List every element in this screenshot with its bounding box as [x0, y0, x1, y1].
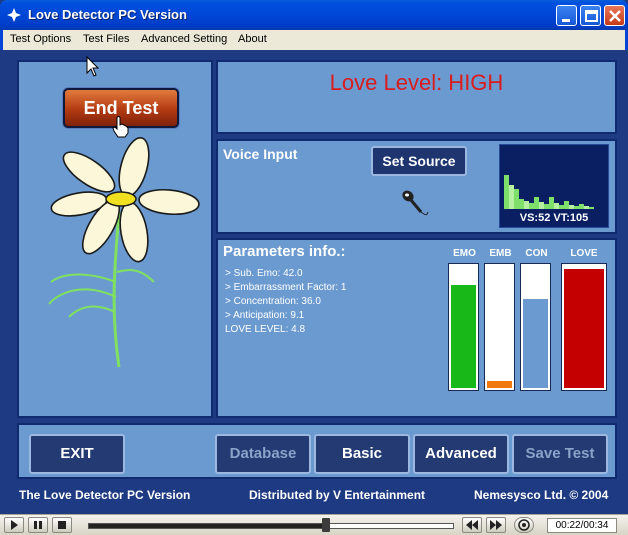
menu-bar: Test Options Test Files Advanced Setting…: [0, 30, 628, 50]
meter-label-emb: EMB: [489, 248, 512, 259]
fast-forward-button[interactable]: [486, 517, 506, 533]
volume-button[interactable]: [514, 517, 534, 533]
flower-panel: End Test: [17, 60, 213, 418]
timecode-display: 00:22/00:34: [547, 518, 617, 533]
meter-fill-love: [564, 268, 604, 388]
minimize-button[interactable]: [556, 5, 577, 26]
stop-button[interactable]: [52, 517, 72, 533]
param-embarrassment: > Embarrassment Factor: 1: [225, 282, 347, 293]
advanced-button[interactable]: Advanced: [413, 434, 509, 474]
love-level-panel: Love Level: HIGH: [216, 60, 617, 134]
rewind-icon: [466, 520, 478, 530]
meter-emb: [484, 263, 515, 391]
mouse-pointer-icon: [86, 56, 100, 77]
meter-label-love: LOVE: [570, 248, 598, 259]
meter-fill-emb: [487, 380, 512, 388]
database-button[interactable]: Database: [215, 434, 311, 474]
daisy-flower-icon: [48, 137, 200, 368]
stop-icon: [58, 521, 66, 529]
maximize-icon: [585, 10, 598, 22]
meter-emo: [448, 263, 479, 391]
close-button[interactable]: [604, 5, 625, 26]
param-sub-emo: > Sub. Emo: 42.0: [225, 268, 303, 279]
param-concentration: > Concentration: 36.0: [225, 296, 321, 307]
close-icon: [609, 10, 621, 22]
love-level-text: Love Level: HIGH: [329, 70, 504, 95]
meter-label-emo: EMO: [453, 248, 476, 259]
pause-icon: [34, 521, 42, 529]
param-love-level: LOVE LEVEL: 4.8: [225, 324, 306, 335]
seek-progress: [89, 524, 326, 528]
voice-readout: VS:52 VT:105: [519, 212, 589, 224]
volume-icon: [518, 519, 530, 531]
spectrum-graph: [504, 175, 594, 209]
voice-input-label: Voice Input: [223, 146, 298, 162]
meter-con: [520, 263, 551, 391]
app-logo-icon: [7, 8, 21, 22]
basic-button[interactable]: Basic: [314, 434, 410, 474]
parameters-panel: Parameters info.: > Sub. Emo: 42.0 > Emb…: [216, 238, 617, 418]
save-test-button[interactable]: Save Test: [512, 434, 608, 474]
hand-cursor-icon: [112, 116, 129, 138]
menu-about[interactable]: About: [238, 33, 267, 45]
seek-track[interactable]: [88, 523, 454, 529]
param-anticipation: > Anticipation: 9.1: [225, 310, 305, 321]
meter-fill-emo: [451, 284, 476, 388]
exit-button[interactable]: EXIT: [29, 434, 125, 474]
window-title: Love Detector PC Version: [28, 7, 187, 22]
menu-advanced-setting[interactable]: Advanced Setting: [141, 33, 227, 45]
title-bar: Love Detector PC Version: [0, 0, 628, 30]
maximize-button[interactable]: [580, 5, 601, 26]
minimize-icon: [562, 19, 570, 22]
seek-thumb[interactable]: [321, 518, 330, 532]
fast-forward-icon: [490, 520, 502, 530]
meter-love: [561, 263, 607, 391]
set-source-button[interactable]: Set Source: [371, 146, 467, 176]
footer-product: The Love Detector PC Version: [19, 488, 191, 502]
parameters-title: Parameters info.:: [223, 243, 346, 260]
pause-button[interactable]: [28, 517, 48, 533]
menu-test-files[interactable]: Test Files: [83, 33, 129, 45]
parameters-list: > Sub. Emo: 42.0 > Embarrassment Factor:…: [225, 267, 346, 337]
meter-label-con: CON: [525, 248, 548, 259]
footer-copyright: Nemesysco Ltd. © 2004: [474, 488, 609, 502]
spectrum-display: VS:52 VT:105: [499, 144, 609, 228]
meter-fill-con: [523, 298, 548, 388]
menu-test-options[interactable]: Test Options: [10, 33, 71, 45]
play-icon: [11, 520, 18, 530]
microphone-icon: [402, 190, 429, 216]
voice-input-panel: Voice Input Set Source VS:52 VT:105: [216, 139, 617, 234]
footer-distributor: Distributed by V Entertainment: [249, 488, 426, 502]
rewind-button[interactable]: [462, 517, 482, 533]
media-control-bar: 00:22/00:34: [0, 514, 628, 535]
button-bar: EXIT Database Basic Advanced Save Test: [17, 423, 617, 479]
play-button[interactable]: [4, 517, 24, 533]
app-area: End Test Love Level: HIGH Voice Input Se…: [3, 50, 625, 514]
